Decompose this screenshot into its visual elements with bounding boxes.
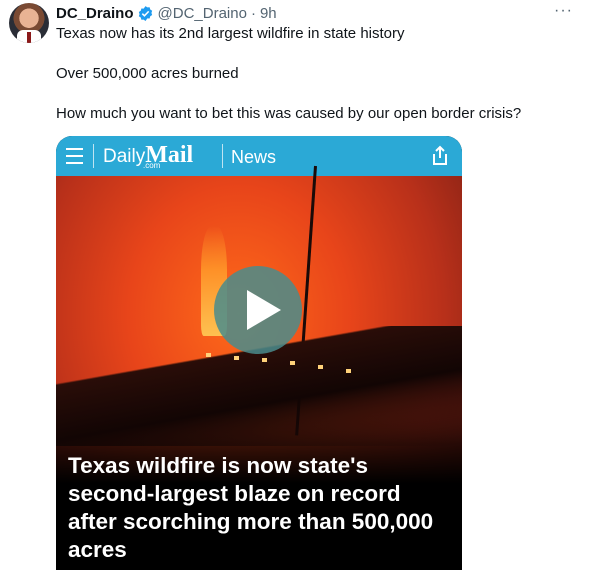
menu-icon bbox=[66, 148, 83, 164]
tweet-line: How much you want to bet this was caused… bbox=[56, 105, 522, 122]
verified-badge-icon bbox=[138, 5, 152, 21]
video-thumbnail[interactable]: Texas wildfire is now state's second-lar… bbox=[56, 165, 462, 570]
tweet-header: DC_Draino @DC_Draino · 9h bbox=[56, 3, 277, 23]
tweet-text: Texas now has its 2nd largest wildfire i… bbox=[56, 24, 576, 124]
more-options-icon[interactable]: ··· bbox=[554, 2, 573, 20]
share-icon bbox=[433, 145, 447, 165]
tweet-line: Texas now has its 2nd largest wildfire i… bbox=[56, 25, 405, 42]
tweet-line: Over 500,000 acres burned bbox=[56, 65, 239, 82]
dailymail-logo-com: .com bbox=[143, 161, 161, 170]
separator-dot: · bbox=[250, 4, 256, 22]
dailymail-header-bar: DailyMail .com News bbox=[56, 136, 462, 176]
tweet-timestamp[interactable]: 9h bbox=[260, 5, 277, 22]
author-name[interactable]: DC_Draino bbox=[56, 5, 134, 22]
author-avatar[interactable] bbox=[9, 3, 49, 43]
author-handle[interactable]: @DC_Draino bbox=[158, 5, 247, 22]
section-label: News bbox=[231, 147, 277, 167]
play-button[interactable] bbox=[214, 266, 302, 354]
video-headline: Texas wildfire is now state's second-lar… bbox=[68, 453, 434, 562]
embedded-video-card[interactable]: DailyMail .com News Texas wildfire is no… bbox=[56, 136, 462, 570]
play-icon bbox=[247, 290, 281, 330]
